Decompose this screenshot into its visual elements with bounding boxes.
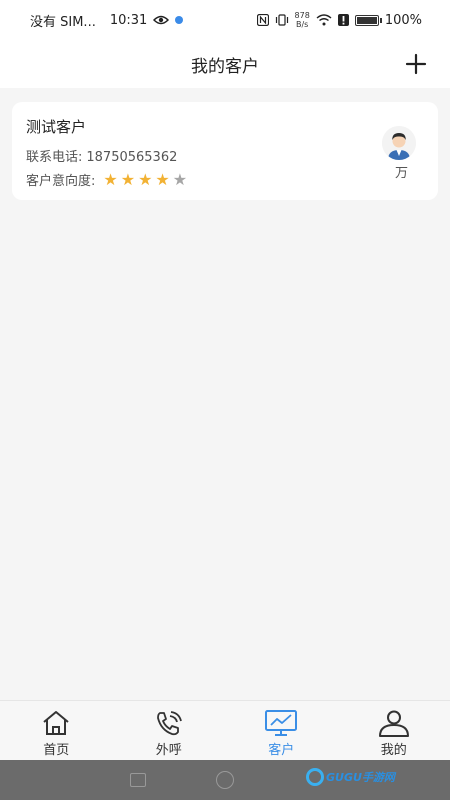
monitor-chart-icon (265, 710, 298, 736)
tab-call[interactable]: 外呼 (113, 701, 226, 760)
customer-list: 测试客户 联系电话: 18750565362 客户意向度: ★ ★ ★ ★ ★ 万 (0, 88, 450, 700)
alert-icon (337, 14, 349, 26)
star-empty-icon: ★ (172, 169, 188, 189)
intent-rating: ★ ★ ★ ★ ★ (103, 169, 188, 189)
customer-name: 测试客户 (26, 118, 87, 136)
user-avatar-icon (382, 126, 416, 160)
phone-number: 18750565362 (86, 150, 178, 165)
recent-apps-button[interactable] (130, 773, 146, 787)
customer-owner: 万 (394, 166, 408, 181)
watermark-logo: GUGU手游网 (306, 768, 395, 786)
phone-label: 联系电话: (26, 150, 83, 165)
intent-label: 客户意向度: (26, 174, 96, 189)
tab-customers-label: 客户 (268, 743, 295, 758)
network-speed: 878 B/s (294, 11, 310, 29)
home-icon (43, 711, 69, 735)
status-bar: 没有 SIM... 10:31 878 B/s 100% (0, 0, 450, 40)
customer-phone-row: 联系电话: 18750565362 (26, 146, 177, 165)
battery-icon (354, 14, 382, 26)
nfc-icon (256, 14, 269, 26)
star-filled-icon: ★ (120, 169, 136, 189)
home-button[interactable] (216, 771, 234, 789)
watermark-logo-icon (306, 768, 324, 786)
tab-customers[interactable]: 客户 (225, 701, 338, 760)
customer-card[interactable]: 测试客户 联系电话: 18750565362 客户意向度: ★ ★ ★ ★ ★ 万 (12, 102, 438, 200)
star-filled-icon: ★ (103, 169, 118, 189)
add-customer-button[interactable] (404, 52, 428, 76)
eye-icon (153, 15, 170, 25)
user-icon (378, 710, 409, 737)
notification-dot-icon (175, 16, 184, 24)
battery-percent: 100% (384, 12, 422, 28)
tab-call-label: 外呼 (155, 743, 182, 758)
tab-mine[interactable]: 我的 (338, 701, 450, 760)
star-filled-icon: ★ (155, 169, 170, 189)
customer-intent-row: 客户意向度: ★ ★ ★ ★ ★ (26, 170, 187, 189)
carrier-text: 没有 SIM... (30, 14, 96, 30)
phone-icon (156, 711, 182, 736)
app-header: 我的客户 (0, 40, 450, 88)
star-filled-icon: ★ (138, 169, 153, 189)
clock: 10:31 (109, 12, 148, 28)
wifi-icon (316, 14, 332, 26)
watermark-text: GUGU手游网 (326, 771, 395, 784)
page-title: 我的客户 (191, 56, 259, 77)
tab-home[interactable]: 首页 (0, 701, 113, 760)
vibrate-icon (275, 14, 288, 26)
bottom-tab-bar: 首页 外呼 客户 我的 (0, 700, 450, 760)
tab-mine-label: 我的 (380, 743, 407, 758)
tab-home-label: 首页 (43, 743, 70, 758)
